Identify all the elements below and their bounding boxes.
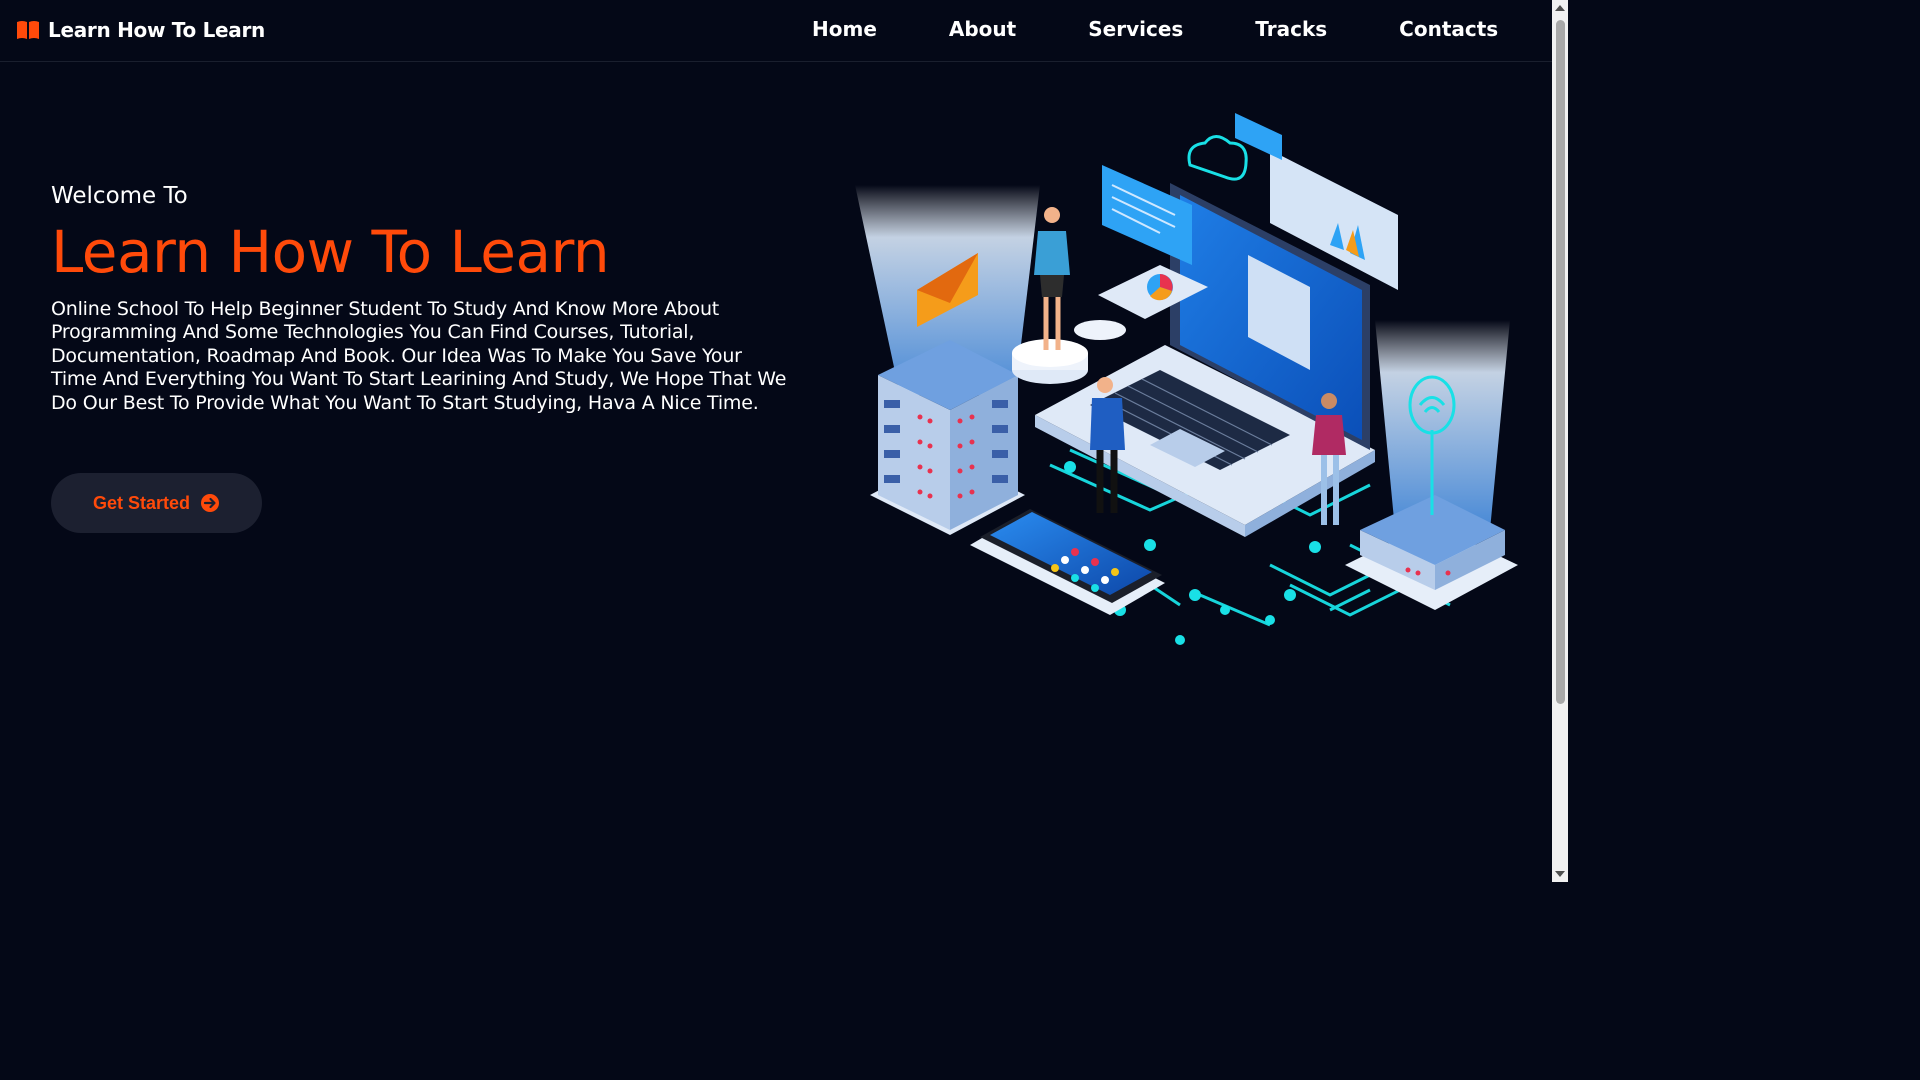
nav-link-home[interactable]: Home [812,17,877,41]
navbar: Learn How To Learn Home About Services T… [0,0,1552,62]
cloud-icon [1187,135,1248,181]
pedestal [1012,320,1126,384]
get-started-label: Get Started [92,492,191,513]
right-light-beam [1375,320,1510,530]
hero-title: Learn How To Learn [51,218,610,286]
nav-link-tracks[interactable]: Tracks [1255,17,1327,41]
nav-link-about[interactable]: About [949,17,1016,41]
hero-welcome: Welcome To [51,183,188,209]
floating-doc-panel [1102,165,1192,265]
arrow-right-circle-icon [201,494,220,512]
page: Learn How To Learn Home About Services T… [0,0,1568,882]
nav-menu: Home About Services Tracks Contacts [812,17,1498,41]
scroll-thumb[interactable] [1556,20,1565,704]
floating-blue-tag [1235,113,1282,160]
open-book-icon [17,21,39,39]
brand-name: Learn How To Learn [48,18,265,42]
hero-section: Welcome To Learn How To Learn Online Sch… [51,183,791,415]
isometric-learning-illustration [855,113,1518,645]
get-started-button[interactable]: Get Started [51,473,262,533]
left-server [870,340,1025,535]
hero-description: Online School To Help Beginner Student T… [51,297,787,414]
scroll-up-arrow-icon[interactable] [1555,5,1565,11]
brand-logo[interactable]: Learn How To Learn [16,18,265,42]
nav-link-contacts[interactable]: Contacts [1399,17,1498,41]
smartphone [970,509,1165,615]
woman-figure-standing [1034,207,1070,350]
nav-link-services[interactable]: Services [1088,17,1183,41]
vertical-scrollbar[interactable] [1552,0,1568,882]
scroll-down-arrow-icon[interactable] [1555,871,1565,877]
